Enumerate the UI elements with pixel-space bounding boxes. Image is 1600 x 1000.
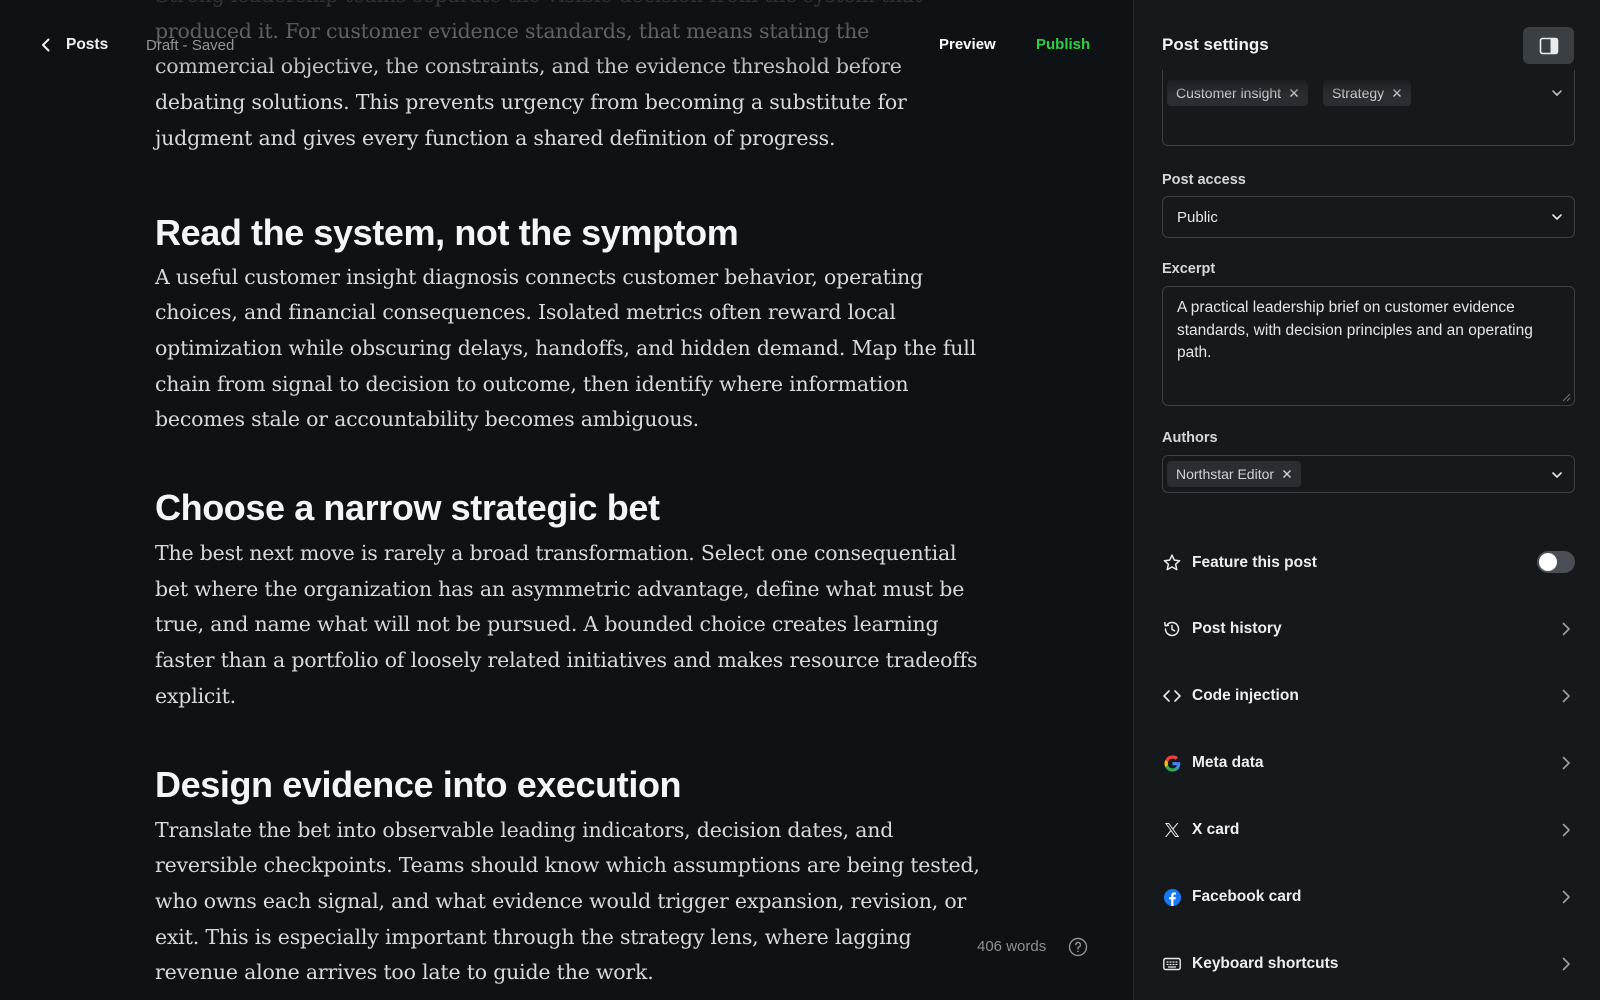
chevron-right-icon <box>1562 823 1570 837</box>
post-settings-sidebar: Post settings Customer insight Strategy … <box>1133 0 1600 1000</box>
star-icon <box>1162 553 1182 573</box>
code-injection-row[interactable]: Code injection <box>1162 681 1575 711</box>
sidebar-panel-icon <box>1539 37 1558 54</box>
excerpt-text: A practical leadership brief on customer… <box>1177 299 1533 361</box>
draft-status: Draft - Saved <box>146 37 235 54</box>
facebook-icon <box>1162 887 1182 907</box>
row-label: Post history <box>1192 620 1282 637</box>
chevron-left-icon <box>42 38 50 52</box>
history-icon <box>1162 619 1182 639</box>
article-body[interactable]: Strong leadership teams separate the vis… <box>155 0 985 991</box>
back-to-posts-button[interactable]: Posts <box>36 32 108 58</box>
row-label: Facebook card <box>1192 888 1302 905</box>
x-logo-icon <box>1162 820 1182 840</box>
toggle-sidebar-button[interactable] <box>1523 27 1574 64</box>
section-heading[interactable]: Choose a narrow strategic bet <box>155 486 985 530</box>
section-heading[interactable]: Read the system, not the symptom <box>155 211 985 255</box>
back-label: Posts <box>66 36 109 53</box>
resize-handle-icon[interactable] <box>1562 393 1571 402</box>
chevron-right-icon <box>1562 890 1570 904</box>
section-heading[interactable]: Design evidence into execution <box>155 763 985 807</box>
excerpt-label: Excerpt <box>1162 261 1216 277</box>
post-access-value: Public <box>1177 208 1218 226</box>
google-icon <box>1162 753 1182 773</box>
keyboard-shortcuts-row[interactable]: Keyboard shortcuts <box>1162 949 1575 979</box>
excerpt-textarea[interactable]: A practical leadership brief on customer… <box>1162 286 1575 406</box>
preview-button[interactable]: Preview <box>939 36 996 53</box>
post-access-select[interactable]: Public <box>1162 196 1575 238</box>
x-card-row[interactable]: X card <box>1162 815 1575 845</box>
post-access-label: Post access <box>1162 172 1246 188</box>
authors-input[interactable]: Northstar Editor <box>1162 455 1575 493</box>
row-label: Code injection <box>1192 687 1299 704</box>
facebook-card-row[interactable]: Facebook card <box>1162 882 1575 912</box>
section-paragraph[interactable]: A useful customer insight diagnosis conn… <box>155 260 985 439</box>
word-count: 406 words <box>977 938 1047 955</box>
chevron-down-icon <box>1552 214 1562 220</box>
meta-data-row[interactable]: Meta data <box>1162 748 1575 778</box>
chevron-right-icon <box>1562 756 1570 770</box>
code-icon <box>1162 686 1182 706</box>
chevron-down-icon <box>1552 472 1562 478</box>
section-paragraph[interactable]: The best next move is rarely a broad tra… <box>155 536 985 715</box>
editor-canvas[interactable]: Strong leadership teams separate the vis… <box>0 0 1133 1000</box>
publish-button[interactable]: Publish <box>1036 36 1090 53</box>
feature-post-toggle[interactable] <box>1537 551 1575 573</box>
row-label: Meta data <box>1192 754 1264 771</box>
tags-input[interactable]: Customer insight Strategy <box>1162 70 1575 146</box>
author-chip: Northstar Editor <box>1167 461 1302 487</box>
scroll-fade <box>1163 70 1574 96</box>
row-label: X card <box>1192 821 1240 838</box>
authors-label: Authors <box>1162 430 1218 446</box>
author-chip-label: Northstar Editor <box>1176 466 1275 482</box>
chevron-right-icon <box>1562 689 1570 703</box>
row-label: Keyboard shortcuts <box>1192 955 1339 972</box>
chevron-right-icon <box>1562 622 1570 636</box>
section-paragraph[interactable]: Translate the bet into observable leadin… <box>155 813 985 992</box>
keyboard-icon <box>1162 954 1182 974</box>
feature-post-row[interactable]: Feature this post <box>1162 548 1575 578</box>
help-icon[interactable] <box>1068 937 1088 957</box>
remove-author-icon[interactable] <box>1282 469 1292 479</box>
feature-post-label: Feature this post <box>1192 554 1317 571</box>
sidebar-title: Post settings <box>1162 35 1269 54</box>
post-history-row[interactable]: Post history <box>1162 614 1575 644</box>
chevron-right-icon <box>1562 957 1570 971</box>
article-intro-paragraph[interactable]: Strong leadership teams separate the vis… <box>155 0 985 157</box>
